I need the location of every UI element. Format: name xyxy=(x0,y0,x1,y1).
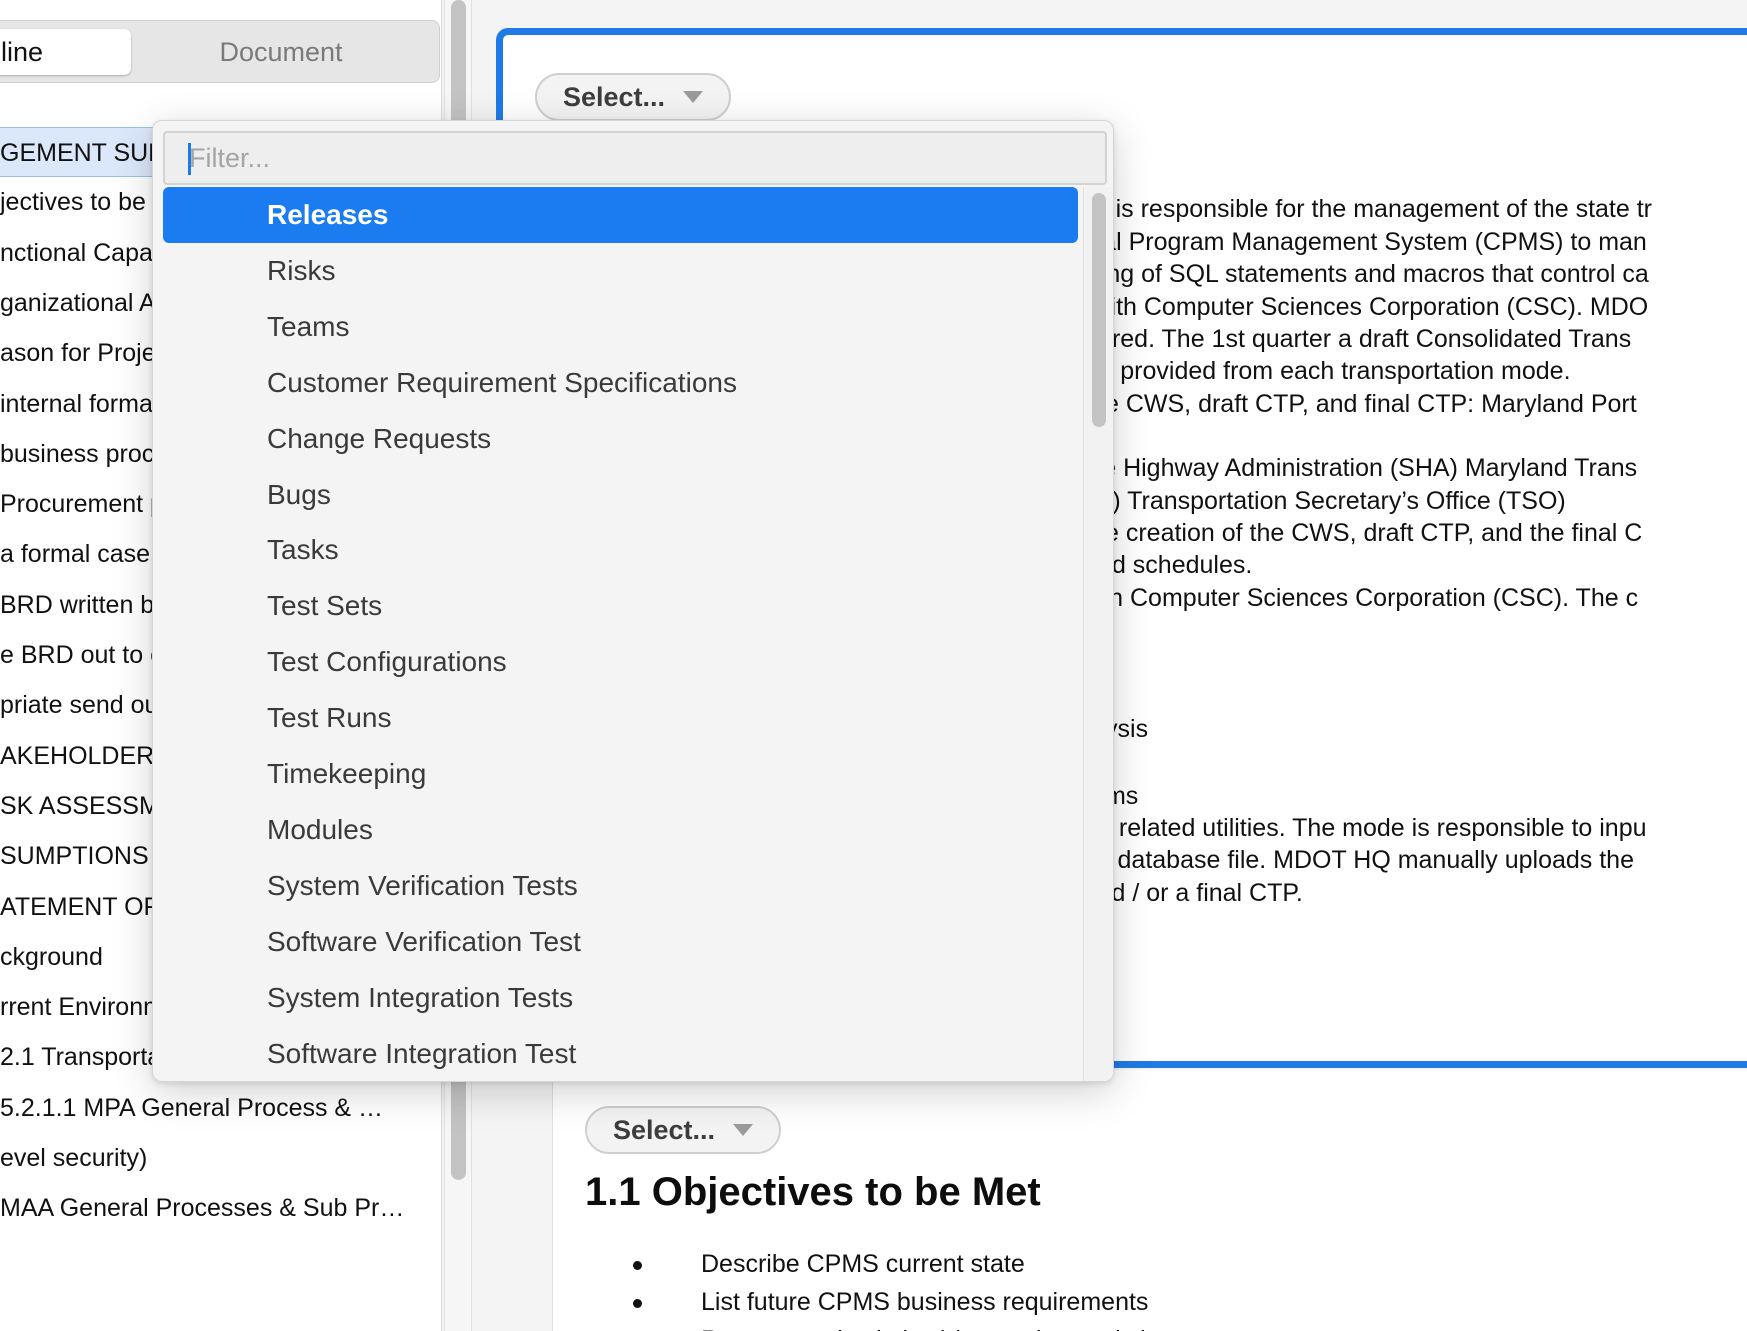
dropdown-option[interactable]: Software Verification Test xyxy=(163,914,1078,970)
filter-input[interactable] xyxy=(163,131,1107,185)
section-type-select[interactable]: Select... xyxy=(535,73,732,121)
body-text-line: ntract with Computer Sciences Corporatio… xyxy=(1023,293,1649,321)
dropdown-option[interactable]: Releases xyxy=(163,187,1078,243)
list-item-text: List future CPMS business requirements xyxy=(701,1288,1149,1316)
dropdown-option[interactable]: System Verification Tests xyxy=(163,858,1078,914)
dropdown-option[interactable]: Change Requests xyxy=(163,411,1078,467)
bullet-icon xyxy=(633,1261,642,1270)
dropdown-scroll-thumb[interactable] xyxy=(1092,193,1106,427)
section-heading: 1.1 Objectives to be Met xyxy=(585,1170,1041,1214)
dropdown-option[interactable]: System Integration Tests xyxy=(163,970,1078,1026)
text-cursor xyxy=(188,143,191,175)
section-type-select[interactable]: Select... xyxy=(585,1106,782,1154)
body-text-line: e saved database file. MDOT HQ manually … xyxy=(1023,846,1634,874)
dropdown-options: Releases Risks Teams Customer Requirement S… xyxy=(163,187,1078,1081)
dropdown-option[interactable]: Risks xyxy=(163,243,1078,299)
outline-item[interactable]: evel security) xyxy=(0,1133,441,1183)
artifact-type-dropdown: ReleasesRisksTeamsCustomer Requirement S… xyxy=(152,120,1114,1082)
body-text-line: is prepared. The 1st quarter a draft Con… xyxy=(1023,325,1632,353)
body-text-line: consisting of SQL statements and macros … xyxy=(1023,260,1649,288)
dropdown-option[interactable]: Modules xyxy=(163,802,1078,858)
section-card-objectives[interactable]: Select... 1.1 Objectives to be Met Descr… xyxy=(552,1070,1747,1331)
dropdown-option[interactable]: Test Runs xyxy=(163,690,1078,746)
body-text-line: ed in the creation of the CWS, draft CTP… xyxy=(1023,519,1643,547)
list-item-text: Recommend solution(s) to replace existin… xyxy=(701,1326,1260,1331)
body-text-line: nd State Highway Administration (SHA) Ma… xyxy=(1023,454,1638,482)
dropdown-option[interactable]: Timekeeping xyxy=(163,746,1078,802)
outline-tab[interactable]: line xyxy=(0,29,131,75)
body-text-line: DT HQ) is responsible for the management… xyxy=(1023,195,1652,223)
chevron-down-icon xyxy=(683,90,704,103)
chevron-down-icon xyxy=(733,1123,754,1136)
bullet-icon xyxy=(633,1299,642,1308)
body-text-line: ed in the CWS, draft CTP, and final CTP:… xyxy=(1023,390,1637,418)
outline-item[interactable]: MAA General Processes & Sub Pr… xyxy=(0,1183,441,1233)
body-text-line: ase and related utilities. The mode is r… xyxy=(1023,814,1647,842)
dropdown-option[interactable]: Tasks xyxy=(163,522,1078,578)
outline-item[interactable]: 5.2.1.1 MPA General Process & … xyxy=(0,1083,441,1133)
dropdown-option[interactable]: Software Integration Test xyxy=(163,1026,1078,1081)
dropdown-scrollbar[interactable] xyxy=(1083,187,1113,1081)
document-tab[interactable]: Document xyxy=(141,29,421,75)
dropdown-option[interactable]: Test Configurations xyxy=(163,634,1078,690)
select-label: Select... xyxy=(613,1115,716,1145)
list-item-text: Describe CPMS current state xyxy=(701,1250,1025,1278)
dropdown-option[interactable]: Bugs xyxy=(163,467,1078,523)
dropdown-option[interactable]: Customer Requirement Specifications xyxy=(163,355,1078,411)
select-label: Select... xyxy=(563,82,666,112)
dropdown-option[interactable]: Test Sets xyxy=(163,578,1078,634)
body-text-line: e Capital Program Management System (CPM… xyxy=(1023,228,1647,256)
body-text-line: ated with Computer Sciences Corporation … xyxy=(1023,584,1639,612)
view-toggle: line Document xyxy=(0,20,440,83)
dropdown-option[interactable]: Teams xyxy=(163,299,1078,355)
